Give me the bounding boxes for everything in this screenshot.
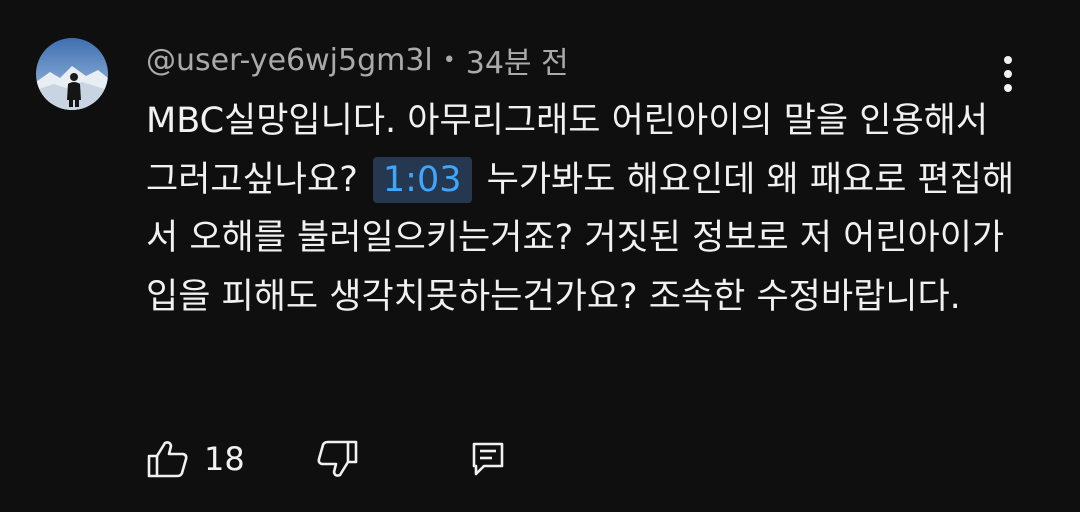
more-vertical-icon [1004,56,1012,92]
comment-text: MBC실망입니다. 아무리그래도 어린아이의 말을 인용해서 그러고싶나요? 1… [146,92,1026,326]
avatar[interactable] [36,38,108,110]
like-button[interactable]: 18 [146,434,245,484]
comment-thread: @user-ye6wj5gm3l • 34분 전 MBC실망입니다. 아무리그래… [0,0,1080,512]
reply-comment-icon [472,442,504,476]
like-count: 18 [204,440,245,478]
timestamp-link[interactable]: 1:03 [372,156,472,203]
thumbs-up-icon [147,441,188,478]
avatar-image [36,38,108,110]
separator-dot: • [442,47,456,73]
comment-actions: 18 [146,434,505,484]
comment-header: @user-ye6wj5gm3l • 34분 전 [146,38,569,82]
reply-button[interactable] [471,434,505,484]
author-handle[interactable]: @user-ye6wj5gm3l [146,43,433,78]
comment-time[interactable]: 34분 전 [466,38,569,82]
more-actions-button[interactable] [988,52,1028,96]
dislike-button[interactable] [315,434,359,484]
thumbs-down-icon [317,440,358,477]
